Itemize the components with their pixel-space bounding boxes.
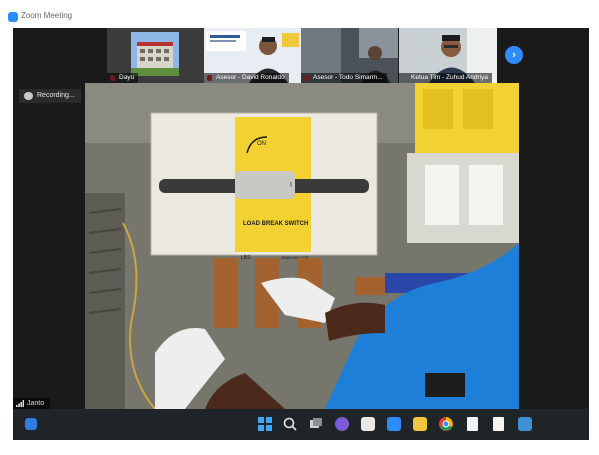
windows-start-icon[interactable] (258, 417, 272, 431)
switch-on-label: ON (257, 141, 266, 147)
active-speaker-label: Janto (13, 398, 51, 409)
file-explorer-icon[interactable] (413, 417, 427, 431)
active-speaker-name: Janto (27, 400, 45, 407)
zoom-icon[interactable] (387, 417, 401, 431)
main-video: ON I LOAD BREAK SWITCH LBS JEAN MULLER (85, 83, 519, 409)
news-icon[interactable] (361, 417, 375, 431)
meeting-window: Dayu Asesor - David Ronaldo Asesor - Tod… (13, 28, 589, 409)
window-title: Zoom Meeting (21, 11, 73, 20)
participant-tile-zuhud[interactable]: Ketua Tim - Zuhud Andriya (399, 28, 497, 83)
participant-tile-dayu[interactable]: Dayu (107, 28, 204, 83)
participant-name: Dayu (107, 73, 139, 83)
participant-name: Ketua Tim - Zuhud Andriya (399, 73, 492, 83)
page-bottom (0, 440, 599, 455)
teams-chat-icon[interactable] (335, 417, 349, 431)
search-icon[interactable] (283, 417, 297, 431)
participant-tile-todo[interactable]: Asesor - Todo Simarm... (301, 28, 398, 83)
document-icon[interactable] (467, 417, 478, 431)
document-icon[interactable] (493, 417, 504, 431)
recording-label: Recording... (37, 92, 75, 99)
widgets-icon[interactable] (25, 418, 37, 430)
participant-tile-david[interactable]: Asesor - David Ronaldo (204, 28, 301, 83)
signal-strength-icon (16, 400, 24, 407)
switch-model: LBS (241, 255, 251, 261)
participant-name: Asesor - Todo Simarm... (301, 73, 387, 83)
electrical-panel-scene: ON I LOAD BREAK SWITCH LBS JEAN MULLER (85, 83, 519, 409)
windows-taskbar (13, 409, 589, 440)
next-participants-button[interactable]: › (505, 46, 523, 64)
switch-position-mark: I (290, 182, 292, 189)
chrome-icon[interactable] (439, 417, 453, 431)
title-bar: Zoom Meeting (0, 0, 599, 28)
task-view-icon[interactable] (309, 417, 323, 431)
switch-title: LOAD BREAK SWITCH (243, 221, 308, 227)
participant-name: Asesor - David Ronaldo (204, 73, 289, 83)
cloud-record-icon (24, 92, 33, 100)
zoom-app-icon (8, 12, 18, 22)
photos-icon[interactable] (518, 417, 532, 431)
recording-indicator[interactable]: Recording... (19, 89, 81, 103)
